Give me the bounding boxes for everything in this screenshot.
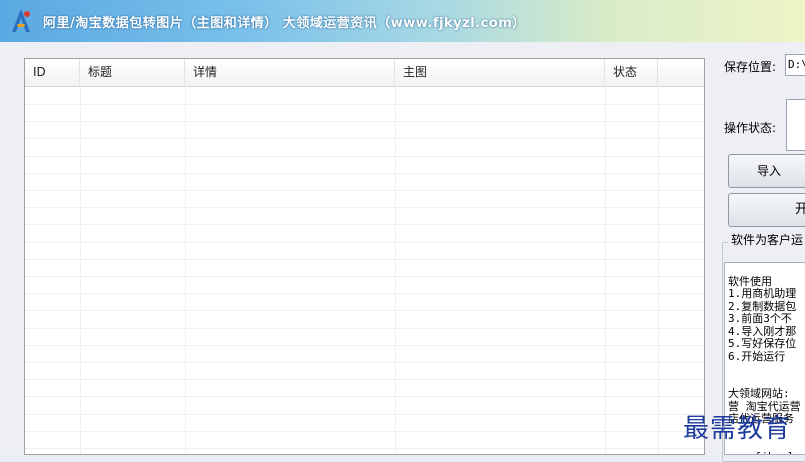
table-row xyxy=(25,224,704,226)
instruction-line: 1.用商机助理 xyxy=(728,287,797,300)
table-row xyxy=(25,172,704,174)
column-separator xyxy=(605,86,606,454)
column-separator xyxy=(185,86,186,454)
instruction-line: 5.写好保存位 xyxy=(728,337,797,350)
operation-status-label: 操作状态: xyxy=(724,121,777,135)
app-logo-icon xyxy=(12,9,30,32)
import-button[interactable]: 导入 xyxy=(728,154,805,188)
watermark-text: 最需教育 xyxy=(683,414,792,444)
table-header: ID 标题 详情 主图 状态 xyxy=(25,59,704,87)
column-header-status[interactable]: 状态 xyxy=(605,59,658,86)
operation-status-field[interactable] xyxy=(786,99,805,151)
table-row xyxy=(25,190,704,191)
table-row xyxy=(25,258,704,260)
table-row xyxy=(25,379,704,381)
table-row xyxy=(25,293,704,295)
column-header-title[interactable]: 标题 xyxy=(80,59,185,86)
column-separator xyxy=(395,86,396,454)
table-row xyxy=(25,121,704,123)
instruction-line: 6.开始运行 xyxy=(728,349,786,363)
column-separator xyxy=(80,86,81,454)
table-row xyxy=(25,207,704,209)
table-row xyxy=(25,327,704,329)
window-title: 阿里/淘宝数据包转图片（主图和详情） 大领域运营资讯（www.fjkyzl.co… xyxy=(43,16,526,31)
table-row xyxy=(25,448,704,449)
table-row xyxy=(25,138,704,140)
start-button-label: 开 xyxy=(795,194,805,226)
table-row xyxy=(25,241,704,243)
column-separator xyxy=(658,86,659,454)
table-row xyxy=(25,413,704,415)
title-bar: 阿里/淘宝数据包转图片（主图和详情） 大领域运营资讯（www.fjkyzl.co… xyxy=(0,0,805,42)
instruction-line: 大领域网站: xyxy=(728,387,790,400)
table-row xyxy=(25,310,704,312)
save-location-label: 保存位置: xyxy=(724,60,777,74)
table-row xyxy=(25,362,704,363)
start-button[interactable]: 开 xyxy=(728,193,805,227)
table-row xyxy=(25,396,704,398)
table-row xyxy=(25,344,704,346)
column-header-id[interactable]: ID xyxy=(25,59,80,86)
info-group-title: 软件为客户运 xyxy=(728,231,805,248)
table-row xyxy=(25,276,704,277)
save-location-input[interactable]: D:\ xyxy=(785,54,805,76)
instruction-line xyxy=(728,363,805,376)
column-header-details[interactable]: 详情 xyxy=(185,59,395,86)
table-row xyxy=(25,104,704,105)
table-row xyxy=(25,155,704,157)
instruction-line xyxy=(728,263,805,276)
import-button-label: 导入 xyxy=(757,164,782,178)
table-row xyxy=(25,430,704,432)
instruction-line: www.fjkyzl.com xyxy=(728,450,805,454)
instruction-line: 3.前面3个不 xyxy=(728,312,792,325)
data-table[interactable]: ID 标题 详情 主图 状态 xyxy=(24,58,705,455)
column-header-main-image[interactable]: 主图 xyxy=(395,59,605,86)
